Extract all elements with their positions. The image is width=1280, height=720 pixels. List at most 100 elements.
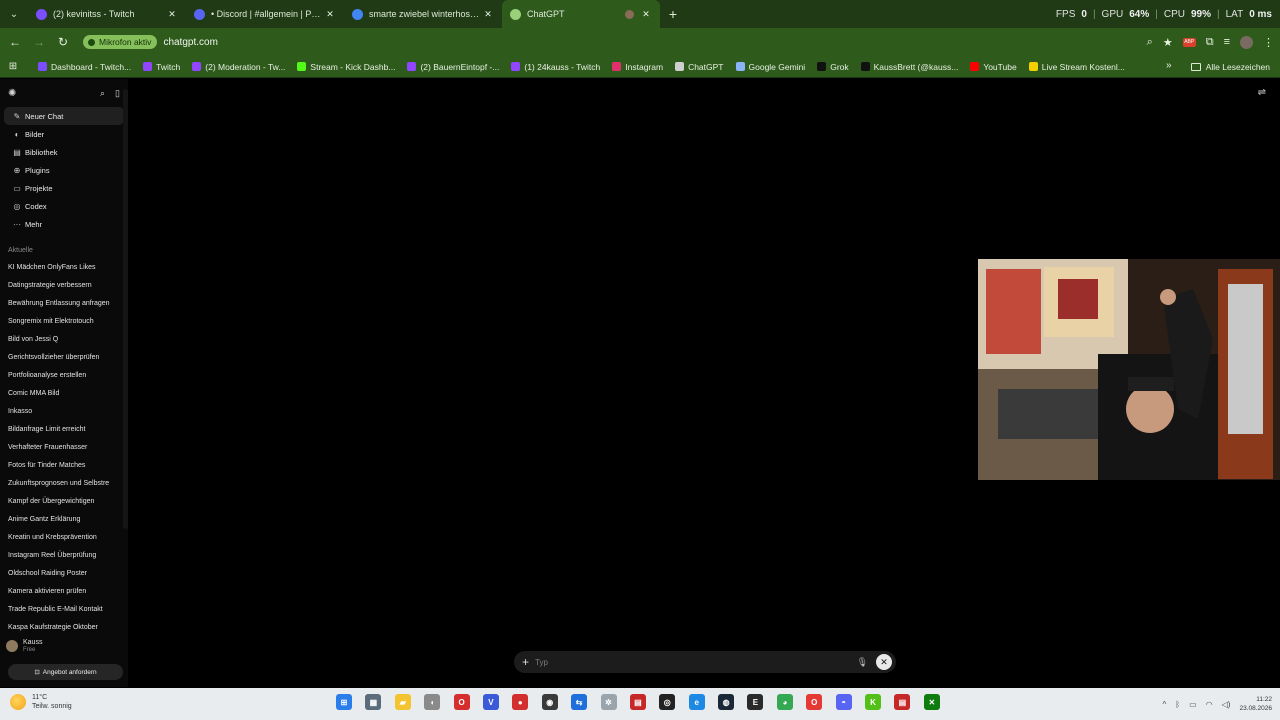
bookmark-item[interactable]: KaussBrett (@kauss... [860,62,958,72]
chat-history-item[interactable]: Trade Republic E-Mail Kontakt [0,600,118,618]
sidebar-nav-item[interactable]: ◐ Bilder [4,125,124,143]
tab-close-icon[interactable]: ✕ [640,9,652,20]
chat-history-item[interactable]: Anime Gantz Erklärung [0,510,118,528]
chat-history-item[interactable]: Instagram Reel Überprüfung [0,546,118,564]
bookmark-item[interactable]: (1) 24kauss - Twitch [511,62,600,72]
chat-history-item[interactable]: Kamera aktivieren prüfen [0,582,118,600]
edge-icon[interactable]: e [688,694,705,710]
chat-history-item[interactable]: Oldschool Raiding Poster [0,564,118,582]
chat-history-item[interactable]: Kreatin und Krebsprävention [0,528,118,546]
chat-history-item[interactable]: Songremix mit Elektrotouch [0,312,118,330]
chat-history-item[interactable]: Datingstrategie verbessern [0,276,118,294]
streamlabs-icon[interactable]: ▤ [629,694,646,710]
tray-overflow-icon[interactable]: ^ [1163,700,1167,709]
add-attachment-icon[interactable]: + [522,655,529,669]
chat-history-item[interactable]: Bildanfrage Limit erreicht [0,420,118,438]
browser-tab[interactable]: • Discord | #allgemein | Posching✕ [186,0,344,28]
openai-logo-icon[interactable]: ✺ [8,88,16,99]
chat-history-item[interactable]: Bild von Jessi Q [0,330,118,348]
browser-tab[interactable]: ChatGPT ✕ [502,0,660,28]
microphone-muted-icon[interactable]: 🎙 [857,657,868,668]
close-voice-button[interactable]: ✕ [876,654,892,670]
extensions-puzzle-icon[interactable]: ⧉ [1206,36,1214,49]
start-icon[interactable]: ⊞ [336,694,352,710]
chat-history-item[interactable]: Fotos für Tinder Matches [0,456,118,474]
new-tab-button[interactable]: + [660,6,686,22]
discord-icon[interactable]: ◓ [835,694,852,710]
user-profile[interactable]: Kauss Free [6,639,42,653]
chat-history-item[interactable]: KI Mädchen OnlyFans Likes [0,258,118,276]
chat-history-item[interactable]: Comic MMA Bild [0,384,118,402]
settings-app-icon[interactable]: ✲ [600,694,617,710]
weather-widget[interactable]: 11°C Teilw. sonnig [10,693,72,711]
profile-avatar[interactable] [1240,35,1253,49]
bookmark-item[interactable]: Instagram [612,62,663,72]
file-explorer-icon[interactable]: ▰ [394,694,411,710]
steam-icon[interactable]: ◍ [718,694,735,710]
reading-list-icon[interactable]: ≡ [1224,36,1230,48]
volume-icon[interactable]: ◁) [1222,700,1231,709]
stream-app-icon[interactable]: ▤ [894,694,911,710]
back-arrow-icon[interactable]: ← [3,28,27,56]
apps-grid-icon[interactable]: ⊞ [0,61,26,72]
bookmark-item[interactable]: Live Stream Kostenl... [1028,62,1125,72]
message-input[interactable] [535,657,857,667]
calculator-icon[interactable]: ▦ [365,694,382,710]
tab-close-icon[interactable]: ✕ [482,9,494,20]
v-app-icon[interactable]: V [482,694,499,710]
network-icon[interactable]: ◠ [1206,700,1213,709]
bookmark-item[interactable]: Grok [817,62,849,72]
offer-request-button[interactable]: ⊡ Angebot anfordern [8,664,123,680]
sidebar-nav-item[interactable]: ▭ Projekte [4,179,124,197]
search-icon[interactable]: ⌕ [100,88,105,99]
opera-icon[interactable]: O [806,694,823,710]
obs-icon[interactable]: ◉ [541,694,558,710]
sidebar-nav-item[interactable]: ··· Mehr [4,215,124,233]
chat-history-item[interactable]: Bewährung Entlassung anfragen [0,294,118,312]
sidebar-nav-item[interactable]: ◎ Codex [4,197,124,215]
bookmarks-overflow-button[interactable]: » [1166,60,1172,71]
settings-sliders-icon[interactable]: ⇌ [1258,87,1266,98]
chrome-icon[interactable]: ◕ [776,694,793,710]
address-bar-url[interactable]: chatgpt.com [163,37,217,48]
chat-history-item[interactable]: Gerichtsvollzieher überprüfen [0,348,118,366]
browser-menu-icon[interactable]: ⋮ [1263,36,1274,49]
bookmark-star-icon[interactable]: ★ [1163,36,1173,49]
chat-history-item[interactable]: Verhafteter Frauenhasser [0,438,118,456]
record-icon[interactable]: ● [512,694,529,710]
tab-close-icon[interactable]: ✕ [324,9,336,20]
sidebar-toggle-icon[interactable]: ▯ [115,88,120,99]
bluetooth-icon[interactable]: ᛒ [1175,700,1180,709]
tab-close-icon[interactable]: ✕ [166,9,178,20]
clock[interactable]: 11:22 23.08.2026 [1239,695,1272,713]
chat-history-item[interactable]: Portfolioanalyse erstellen [0,366,118,384]
chat-history-item[interactable]: Kaspa Kaufstrategie Oktober [0,618,118,636]
sidebar-nav-item[interactable]: ✎ Neuer Chat [4,107,124,125]
display-icon[interactable]: ▭ [1189,700,1197,709]
chat-history-item[interactable]: Zukunftsprognosen und Selbstre [0,474,118,492]
chatgpt-app-icon[interactable]: ◎ [659,694,676,710]
sidebar-nav-item[interactable]: ▤ Bibliothek [4,143,124,161]
bookmark-item[interactable]: Stream - Kick Dashb... [297,62,395,72]
chat-history-item[interactable]: Kampf der Übergewichtigen [0,492,118,510]
sidebar-nav-item[interactable]: ⊕ Plugins [4,161,124,179]
browser-tab[interactable]: smarte zwiebel winterhose - Go✕ [344,0,502,28]
mouse-icon[interactable]: ◖ [424,694,441,710]
bookmark-item[interactable]: ChatGPT [675,62,724,72]
opera-gx-icon[interactable]: O [453,694,470,710]
bookmark-item[interactable]: YouTube [970,62,1017,72]
xbox-icon[interactable]: ✕ [923,694,940,710]
tab-search-chevron-icon[interactable]: ⌄ [0,0,28,28]
bookmark-item[interactable]: (2) Moderation - Tw... [192,62,285,72]
forward-arrow-icon[interactable]: → [27,28,51,56]
zoom-search-icon[interactable]: ⌕ [1147,36,1153,49]
epic-games-icon[interactable]: E [747,694,764,710]
bookmark-item[interactable]: (2) BauernEintopf -... [407,62,499,72]
extension-icon[interactable]: ABP [1182,37,1196,47]
reload-icon[interactable]: ↻ [51,28,75,56]
kick-app-icon[interactable]: K [865,694,882,710]
microphone-active-chip[interactable]: Mikrofon aktiv [83,35,158,49]
bookmark-item[interactable]: Google Gemini [735,62,805,72]
bookmark-item[interactable]: Twitch [143,62,180,72]
all-bookmarks-button[interactable]: Alle Lesezeichen [1190,56,1270,78]
